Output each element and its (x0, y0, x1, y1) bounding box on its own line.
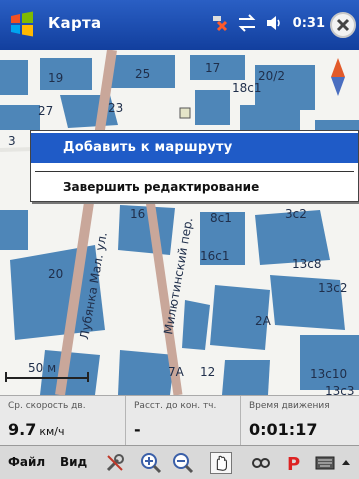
svg-text:20: 20 (48, 267, 63, 281)
title-bar: Карта 0:31 (0, 0, 359, 50)
svg-text:16с1: 16с1 (200, 249, 230, 263)
svg-text:13с3: 13с3 (325, 384, 355, 395)
menu-item-add-to-route[interactable]: Добавить к маршруту (31, 133, 358, 163)
menu-item-finish-editing[interactable]: Завершить редактирование (31, 177, 358, 201)
svg-text:27: 27 (38, 104, 53, 118)
travel-time-value: 0:01:17 (249, 420, 318, 439)
svg-text:25: 25 (135, 67, 150, 81)
svg-text:13с8: 13с8 (292, 257, 322, 271)
window-title: Карта (48, 14, 102, 32)
avg-speed-label: Ср. скорость дв. (8, 401, 86, 411)
scale-label: 50 м (28, 361, 56, 375)
clock[interactable]: 0:31 (293, 16, 325, 31)
svg-text:13с10: 13с10 (310, 367, 347, 381)
svg-text:3: 3 (8, 134, 16, 148)
system-tray: 0:31 (209, 13, 325, 33)
svg-text:19: 19 (48, 71, 63, 85)
menu-divider (35, 171, 354, 172)
svg-text:P: P (287, 454, 300, 474)
compass-icon[interactable] (331, 58, 345, 96)
avg-speed-value: 9.7 км/ч (8, 420, 65, 439)
zoom-in-icon[interactable] (140, 452, 162, 474)
tools-icon[interactable] (104, 452, 126, 474)
svg-text:12: 12 (200, 365, 215, 379)
distance-label: Расст. до кон. тч. (134, 401, 217, 411)
svg-text:7А: 7А (168, 365, 185, 379)
map-view[interactable]: 19 25 17 20/2 27 23 18с1 16 8с1 3с2 20 1… (0, 50, 359, 395)
pan-hand-icon[interactable] (210, 452, 232, 474)
svg-text:2А: 2А (255, 314, 272, 328)
svg-text:8с1: 8с1 (210, 211, 232, 225)
distance-value: - (134, 420, 141, 439)
svg-text:20/2: 20/2 (258, 69, 285, 83)
route-icon[interactable] (250, 452, 272, 474)
zoom-out-icon[interactable] (172, 452, 194, 474)
gps-disabled-icon[interactable] (209, 13, 229, 33)
parking-icon[interactable]: P (282, 452, 304, 474)
svg-text:18с1: 18с1 (232, 81, 262, 95)
svg-text:16: 16 (130, 207, 145, 221)
avg-speed-cell[interactable]: Ср. скорость дв. 9.7 км/ч (0, 396, 126, 446)
connectivity-icon[interactable] (237, 13, 257, 33)
chevron-up-icon[interactable] (338, 452, 354, 474)
svg-text:3с2: 3с2 (285, 207, 307, 221)
bottom-toolbar: Файл Вид P (0, 445, 359, 479)
info-panel: Ср. скорость дв. 9.7 км/ч Расст. до кон. … (0, 395, 359, 446)
svg-text:17: 17 (205, 61, 220, 75)
windows-logo-icon[interactable] (8, 10, 36, 38)
avg-speed-unit: км/ч (39, 425, 65, 438)
route-point-marker[interactable] (179, 107, 191, 119)
travel-time-label: Время движения (249, 401, 330, 411)
keyboard-icon[interactable] (314, 452, 336, 474)
map-canvas: 19 25 17 20/2 27 23 18с1 16 8с1 3с2 20 1… (0, 50, 359, 395)
close-icon (336, 18, 350, 32)
menu-file-button[interactable]: Файл (8, 455, 45, 469)
svg-text:13с2: 13с2 (318, 281, 348, 295)
menu-view-button[interactable]: Вид (60, 455, 87, 469)
svg-text:23: 23 (108, 101, 123, 115)
context-menu: Добавить к маршруту Завершить редактиров… (30, 130, 359, 202)
close-button[interactable] (330, 12, 356, 38)
travel-time-cell[interactable]: Время движения 0:01:17 (241, 396, 359, 446)
volume-icon[interactable] (265, 13, 285, 33)
distance-cell[interactable]: Расст. до кон. тч. - (126, 396, 241, 446)
